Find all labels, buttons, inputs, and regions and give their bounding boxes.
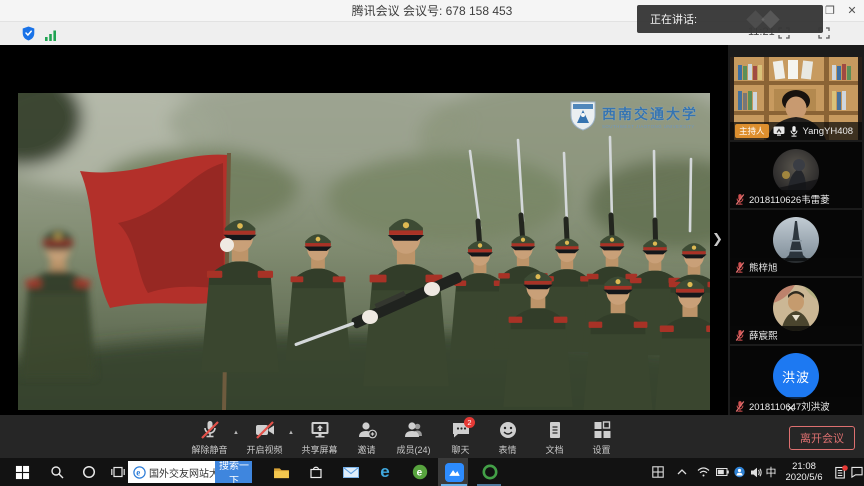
watermark-en-text: SOUTHWEST JIAOTONG UNIVERSITY — [602, 124, 698, 129]
start-video-button[interactable]: 开启视频 — [241, 420, 288, 456]
participant-label: 熊梓旭 — [730, 258, 862, 276]
invite-icon — [356, 420, 378, 440]
participant-label: 2018110626韦雷菱 — [730, 190, 862, 208]
taskbar-search-icon[interactable] — [42, 458, 72, 486]
participant-label: 薛宸熙 — [730, 326, 862, 344]
participant-tile[interactable]: 薛宸熙 — [730, 278, 862, 344]
university-shield-icon — [570, 101, 596, 131]
participant-name: 熊梓旭 — [749, 260, 778, 274]
mic-off-icon — [199, 420, 221, 440]
invite-button[interactable]: 邀请 — [343, 420, 390, 456]
mic-muted-icon — [735, 193, 745, 206]
participant-sidebar: 主持人 YangYH408 — [728, 45, 864, 415]
host-badge: 主持人 — [735, 124, 769, 138]
mic-on-icon — [789, 125, 799, 138]
edge-icon[interactable]: e — [372, 458, 398, 486]
participant-name: YangYH408 — [803, 126, 854, 137]
cortana-icon[interactable] — [74, 458, 104, 486]
wifi-tray-icon[interactable] — [694, 458, 712, 486]
settings-button[interactable]: 设置 — [578, 420, 625, 456]
camera-off-icon — [254, 420, 276, 440]
members-icon — [403, 420, 425, 440]
participant-label: 主持人 YangYH408 — [730, 122, 862, 140]
ime-language-indicator[interactable]: 中 — [762, 458, 780, 486]
members-button[interactable]: 成员(24) — [390, 420, 437, 456]
mic-muted-icon — [735, 261, 745, 274]
network-signal-icon[interactable] — [45, 30, 57, 41]
start-button[interactable] — [4, 458, 40, 486]
avatar — [773, 285, 819, 331]
tencent-meeting-window: 腾讯会议 会议号: 678 158 453 ❐ ✕ 正在讲话: 11:21 — [0, 0, 864, 486]
tencent-meeting-app-icon[interactable] — [441, 458, 467, 486]
honor-guard-scene — [18, 93, 710, 410]
university-watermark: 西南交通大学 SOUTHWEST JIAOTONG UNIVERSITY — [570, 101, 698, 131]
task-view-icon[interactable] — [106, 458, 130, 486]
main-video: 西南交通大学 SOUTHWEST JIAOTONG UNIVERSITY — [18, 93, 710, 410]
tray-expand-chevron-icon[interactable] — [674, 458, 690, 486]
screen-sharing-icon — [773, 126, 785, 136]
mic-options-caret-icon[interactable]: ▲ — [233, 430, 241, 436]
clock-date: 2020/5/6 — [780, 472, 828, 483]
avatar — [773, 217, 819, 263]
security-shield-icon[interactable] — [22, 26, 35, 41]
speaking-label: 正在讲话: — [650, 11, 697, 27]
settings-grid-icon — [591, 420, 613, 440]
participant-name: 2018110626韦雷菱 — [749, 192, 830, 206]
participant-tile[interactable]: 2018110626韦雷菱 — [730, 142, 862, 208]
close-icon[interactable]: ✕ — [786, 402, 795, 415]
participant-label: 2018110647刘洪波 — [730, 397, 862, 415]
search-go-button[interactable]: 搜索一下 — [215, 461, 252, 483]
windows-taskbar: e 搜索一下 e e 中 21:08 2020/5/6 — [0, 458, 864, 486]
svg-text:e: e — [136, 467, 140, 477]
browser-360-icon[interactable]: e — [407, 458, 433, 486]
participant-tile[interactable]: 熊梓旭 — [730, 210, 862, 276]
security-tray-icon[interactable] — [731, 458, 747, 486]
ime-grid-tray-icon[interactable] — [648, 458, 668, 486]
meeting-toolbar: 解除静音 ▲ 开启视频 ▲ 共享屏幕 邀请 成员(24) 2 — [0, 415, 864, 458]
emoji-icon — [497, 420, 519, 440]
file-explorer-icon[interactable] — [268, 458, 294, 486]
taskbar-search-box[interactable]: e 搜索一下 — [128, 461, 252, 483]
taskbar-search-input[interactable] — [149, 467, 215, 478]
close-window-button[interactable]: ✕ — [840, 0, 864, 22]
taskbar-clock[interactable]: 21:08 2020/5/6 — [780, 461, 828, 483]
meeting-stage: 西南交通大学 SOUTHWEST JIAOTONG UNIVERSITY ❯ — [0, 45, 864, 415]
mic-muted-icon — [735, 329, 745, 342]
participant-tile[interactable]: 洪波 2018110647刘洪波 — [730, 346, 862, 415]
unmute-button[interactable]: 解除静音 — [186, 420, 233, 456]
microsoft-store-icon[interactable] — [303, 458, 329, 486]
avatar — [773, 149, 819, 195]
clock-time: 21:08 — [780, 461, 828, 472]
share-screen-button[interactable]: 共享屏幕 — [296, 420, 343, 456]
video-options-caret-icon[interactable]: ▲ — [288, 430, 296, 436]
mail-icon[interactable] — [338, 458, 364, 486]
action-center-icon[interactable] — [850, 458, 864, 486]
meeting-logo-watermark-icon — [761, 10, 779, 28]
chat-button[interactable]: 2 聊天 — [437, 420, 484, 456]
watermark-cn-text: 西南交通大学 — [602, 104, 698, 124]
mic-muted-icon — [735, 400, 745, 413]
emoji-button[interactable]: 表情 — [484, 420, 531, 456]
participant-tile-host[interactable]: 主持人 YangYH408 — [730, 57, 862, 140]
docs-button[interactable]: 文档 — [531, 420, 578, 456]
ie-icon: e — [128, 466, 149, 479]
leave-meeting-button[interactable]: 离开会议 — [789, 426, 855, 450]
speaking-indicator: 正在讲话: — [637, 5, 823, 33]
participant-name: 薛宸熙 — [749, 328, 778, 342]
battery-tray-icon[interactable] — [713, 458, 731, 486]
collapse-sidebar-chevron-icon[interactable]: ❯ — [712, 231, 723, 247]
svg-text:e: e — [417, 468, 423, 479]
avatar: 洪波 — [773, 353, 819, 399]
document-icon — [544, 420, 566, 440]
chat-unread-badge: 2 — [464, 417, 475, 428]
notification-doc-tray-icon[interactable] — [832, 458, 850, 486]
green-circle-app-icon[interactable] — [477, 458, 503, 486]
share-screen-icon — [309, 420, 331, 440]
